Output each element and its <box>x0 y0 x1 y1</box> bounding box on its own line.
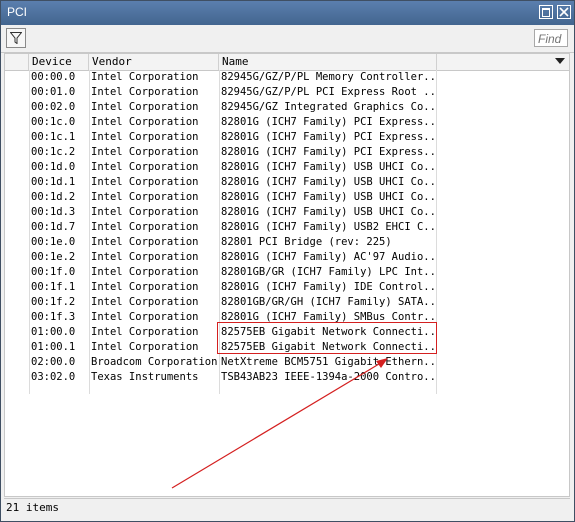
annotation-arrow <box>171 358 388 489</box>
